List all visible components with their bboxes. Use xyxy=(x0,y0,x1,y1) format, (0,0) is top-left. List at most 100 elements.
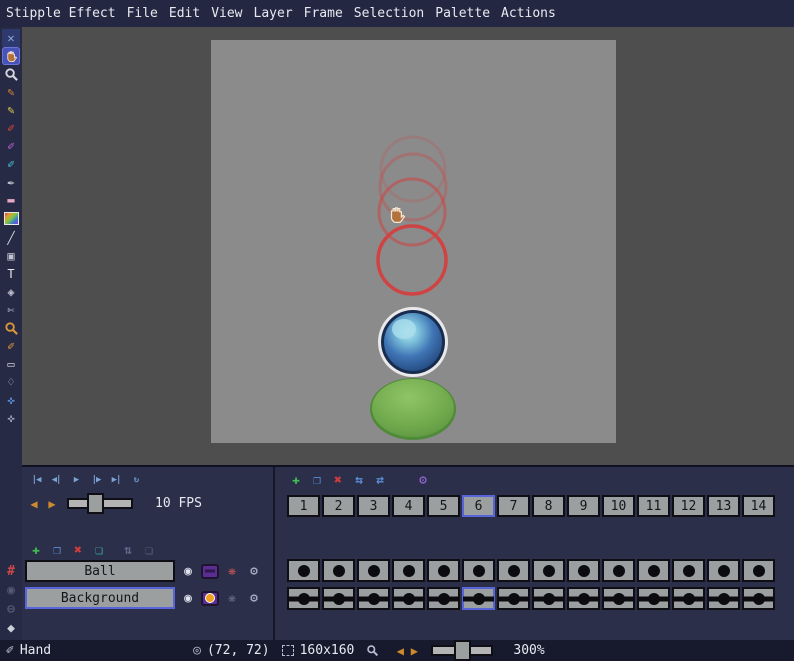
layer-background-link-cels-icon[interactable] xyxy=(201,589,219,607)
frame-button-7[interactable]: 7 xyxy=(497,495,530,517)
guide-eye-icon[interactable]: ◉ xyxy=(2,582,20,598)
cel-ball-frame-6[interactable] xyxy=(462,559,495,582)
pixel-canvas[interactable] xyxy=(211,40,616,443)
cel-ball-frame-13[interactable] xyxy=(707,559,740,582)
menu-item-layer[interactable]: Layer xyxy=(254,6,293,21)
pan-tool[interactable]: ✜ xyxy=(2,409,20,427)
fps-slider-knob[interactable] xyxy=(87,493,104,514)
fill-tool[interactable]: ◈ xyxy=(2,283,20,301)
frame-button-5[interactable]: 5 xyxy=(427,495,460,517)
cel-background-frame-9[interactable] xyxy=(567,587,600,610)
pencil-tool[interactable]: ✎ xyxy=(2,101,20,119)
shape-tool[interactable]: ▣ xyxy=(2,247,20,265)
cel-ball-frame-4[interactable] xyxy=(392,559,425,582)
layer-background-onion-skin-icon[interactable]: ❋ xyxy=(223,589,241,607)
next-frame-button[interactable]: |▶ xyxy=(87,471,105,489)
duplicate-layer-button[interactable]: ❐ xyxy=(48,541,66,559)
cel-ball-frame-10[interactable] xyxy=(602,559,635,582)
fps-increase-button[interactable]: ▶ xyxy=(45,497,59,511)
cel-background-frame-7[interactable] xyxy=(497,587,530,610)
cel-background-frame-14[interactable] xyxy=(742,587,775,610)
layer-ball-settings-icon[interactable]: ⚙ xyxy=(245,562,263,580)
zoom-in-button[interactable]: ▶ xyxy=(407,644,421,658)
menu-item-palette[interactable]: Palette xyxy=(435,6,490,21)
merge-layer-button[interactable]: ❏ xyxy=(90,541,108,559)
move-frame-left-button[interactable]: ⇆ xyxy=(350,471,368,489)
zoom-slider-knob[interactable] xyxy=(454,640,472,661)
frame-button-13[interactable]: 13 xyxy=(707,495,740,517)
play-button[interactable]: ▶ xyxy=(67,471,85,489)
cel-ball-frame-9[interactable] xyxy=(567,559,600,582)
cel-background-frame-3[interactable] xyxy=(357,587,390,610)
text-tool[interactable]: T xyxy=(2,265,20,283)
frame-button-12[interactable]: 12 xyxy=(672,495,705,517)
last-frame-button[interactable]: ▶| xyxy=(107,471,125,489)
prev-frame-button[interactable]: ◀| xyxy=(47,471,65,489)
frame-button-11[interactable]: 11 xyxy=(637,495,670,517)
menu-item-stipple-effect[interactable]: Stipple Effect xyxy=(6,6,116,21)
layer-ball-link-cels-icon[interactable] xyxy=(201,562,219,580)
frame-button-8[interactable]: 8 xyxy=(532,495,565,517)
frame-button-14[interactable]: 14 xyxy=(742,495,775,517)
menu-item-view[interactable]: View xyxy=(211,6,242,21)
cel-ball-frame-11[interactable] xyxy=(637,559,670,582)
pixel-grid-icon[interactable]: # xyxy=(2,563,20,579)
frame-button-10[interactable]: 10 xyxy=(602,495,635,517)
rainbow-brush-tool[interactable]: ✐ xyxy=(2,155,20,173)
color-picker-tool[interactable] xyxy=(2,319,20,337)
frame-button-6[interactable]: 6 xyxy=(462,495,495,517)
line-tool[interactable]: ╱ xyxy=(2,229,20,247)
cel-background-frame-1[interactable] xyxy=(287,587,320,610)
cel-ball-frame-12[interactable] xyxy=(672,559,705,582)
add-layer-button[interactable]: ✚ xyxy=(27,541,45,559)
delete-layer-button[interactable]: ✖ xyxy=(69,541,87,559)
color-brush-tool[interactable]: ✐ xyxy=(2,137,20,155)
menu-item-frame[interactable]: Frame xyxy=(304,6,343,21)
palette-picker-tool[interactable] xyxy=(3,212,19,225)
cel-ball-frame-2[interactable] xyxy=(322,559,355,582)
fps-slider[interactable] xyxy=(67,493,133,514)
cel-background-frame-13[interactable] xyxy=(707,587,740,610)
delete-frame-button[interactable]: ✖ xyxy=(329,471,347,489)
guide-eye-off-icon[interactable]: ⊖ xyxy=(2,601,20,617)
cel-ball-frame-8[interactable] xyxy=(532,559,565,582)
cel-background-frame-4[interactable] xyxy=(392,587,425,610)
cel-background-frame-6[interactable] xyxy=(462,587,495,610)
fps-decrease-button[interactable]: ◀ xyxy=(27,497,41,511)
menu-item-actions[interactable]: Actions xyxy=(501,6,556,21)
cel-ball-frame-1[interactable] xyxy=(287,559,320,582)
move-frame-right-button[interactable]: ⇄ xyxy=(371,471,389,489)
cel-ball-frame-3[interactable] xyxy=(357,559,390,582)
layer-background-visibility-icon[interactable]: ◉ xyxy=(179,589,197,607)
cel-background-frame-12[interactable] xyxy=(672,587,705,610)
menu-item-edit[interactable]: Edit xyxy=(169,6,200,21)
zoom-tool[interactable] xyxy=(2,65,20,83)
cel-background-frame-11[interactable] xyxy=(637,587,670,610)
first-frame-button[interactable]: |◀ xyxy=(27,471,45,489)
script-brush-tool[interactable]: ✒ xyxy=(2,173,20,191)
add-frame-button[interactable]: ✚ xyxy=(287,471,305,489)
layer-background-settings-icon[interactable]: ⚙ xyxy=(245,589,263,607)
cel-background-frame-8[interactable] xyxy=(532,587,565,610)
layer-ball-onion-skin-icon[interactable]: ❋ xyxy=(223,562,241,580)
menu-item-file[interactable]: File xyxy=(127,6,158,21)
loop-toggle-button[interactable]: ↻ xyxy=(127,471,145,489)
stipple-pencil-tool[interactable]: ✎ xyxy=(2,83,20,101)
zoom-out-button[interactable]: ◀ xyxy=(393,644,407,658)
layer-background-button[interactable]: Background xyxy=(25,587,175,609)
move-canvas-tool[interactable]: ✜ xyxy=(2,391,20,409)
marquee-select-tool[interactable]: ▭ xyxy=(2,355,20,373)
cel-ball-frame-7[interactable] xyxy=(497,559,530,582)
layer-ball-button[interactable]: Ball xyxy=(25,560,175,582)
cel-background-frame-10[interactable] xyxy=(602,587,635,610)
move-layer-button[interactable]: ⇅ xyxy=(119,541,137,559)
menu-item-selection[interactable]: Selection xyxy=(354,6,424,21)
hand-tool[interactable] xyxy=(2,47,20,65)
cel-background-frame-5[interactable] xyxy=(427,587,460,610)
layer-ball-visibility-icon[interactable]: ◉ xyxy=(179,562,197,580)
brush-tool[interactable]: ✐ xyxy=(2,119,20,137)
lasso-select-tool[interactable]: ♢ xyxy=(2,373,20,391)
frame-button-3[interactable]: 3 xyxy=(357,495,390,517)
flatten-layer-button[interactable]: ❏ xyxy=(140,541,158,559)
frame-button-2[interactable]: 2 xyxy=(322,495,355,517)
